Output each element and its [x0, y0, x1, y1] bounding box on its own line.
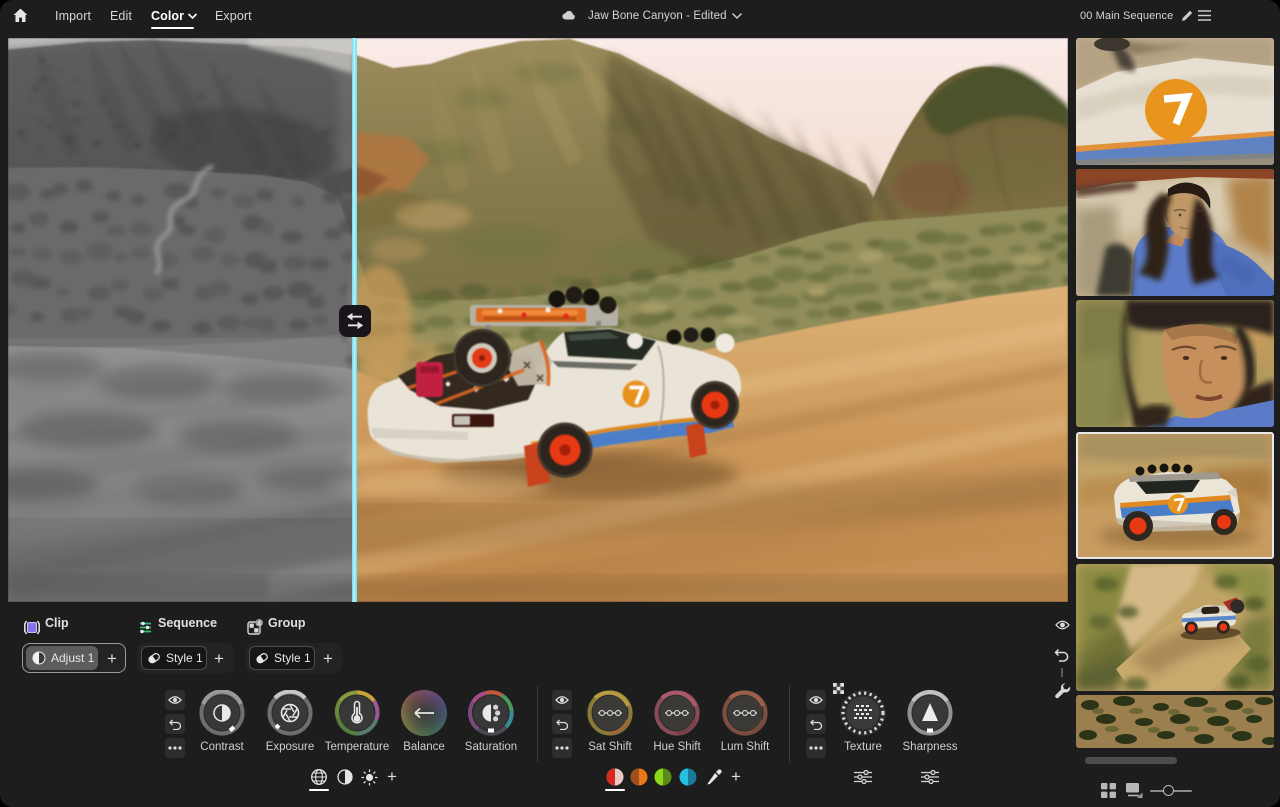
- svg-text:4: 4: [257, 620, 261, 627]
